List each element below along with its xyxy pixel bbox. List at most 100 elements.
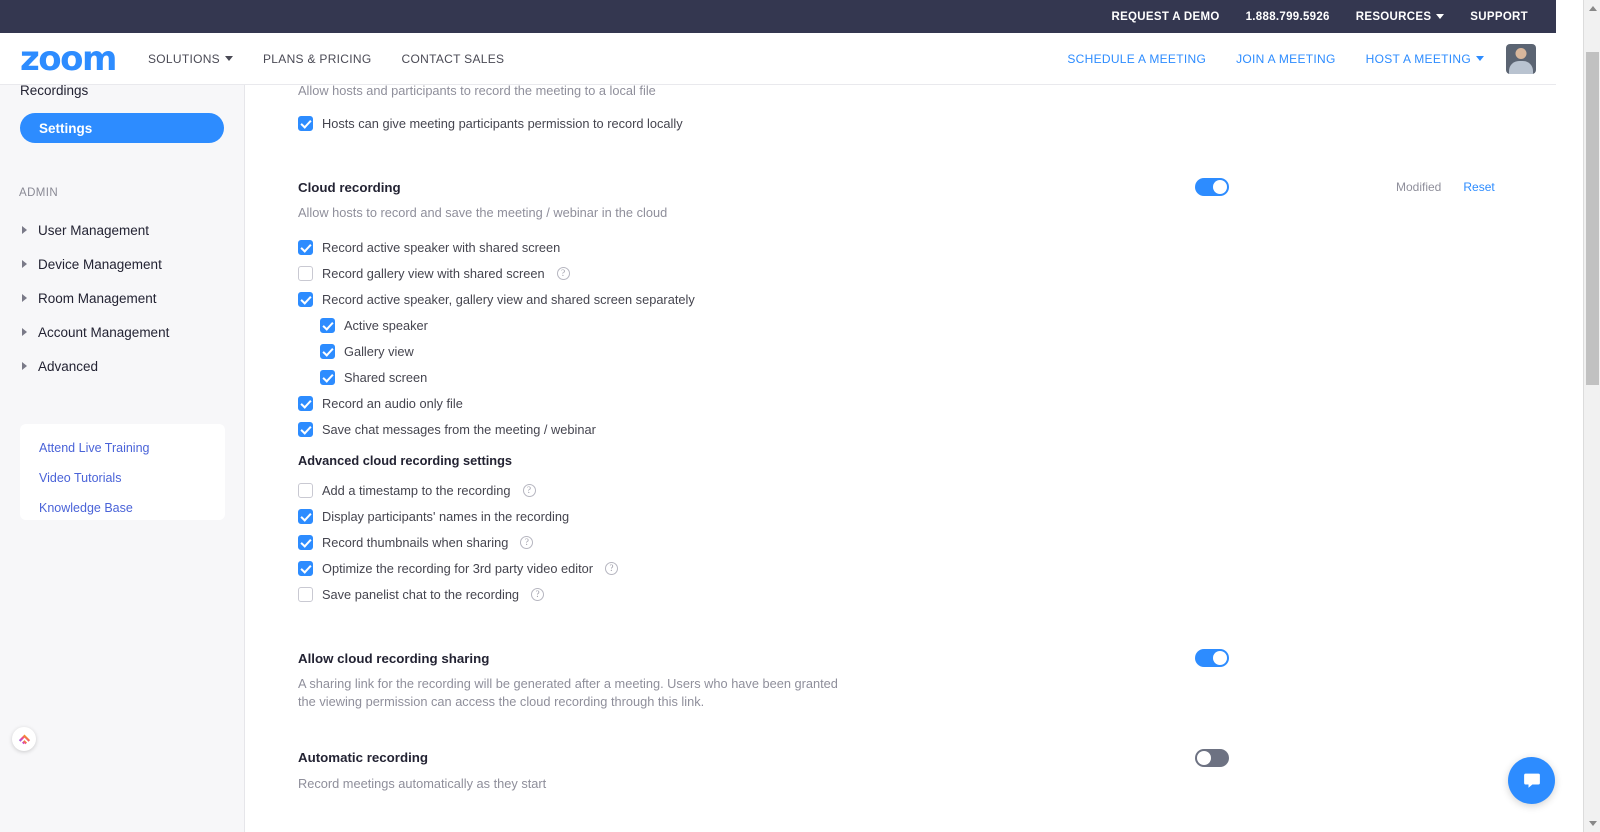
checkbox-row-record-thumbnails[interactable]: Record thumbnails when sharing ? [298, 535, 618, 550]
checkbox-label: Display participants' names in the recor… [322, 509, 570, 524]
toggle-knob [1213, 180, 1227, 194]
checkbox-optimize-recording-for-3rd-party-video-editor[interactable] [298, 561, 313, 576]
checkbox-save-chat-messages[interactable] [298, 422, 313, 437]
utility-link-resources[interactable]: RESOURCES [1356, 11, 1445, 23]
utility-link-support[interactable]: SUPPORT [1470, 11, 1528, 23]
checkbox-save-panelist-chat-to-the-recording[interactable] [298, 587, 313, 602]
checkbox-row-display-participants-names[interactable]: Display participants' names in the recor… [298, 509, 618, 524]
host-a-meeting-link[interactable]: HOST A MEETING [1366, 52, 1484, 66]
help-icon[interactable]: ? [531, 588, 545, 601]
settings-content: Allow hosts and participants to record t… [245, 85, 1556, 832]
help-icon[interactable]: ? [556, 267, 570, 280]
checkbox-label: Hosts can give meeting participants perm… [322, 116, 683, 131]
checkbox-row-save-chat-messages[interactable]: Save chat messages from the meeting / we… [298, 422, 695, 437]
checkbox-record-an-audio-only-file[interactable] [298, 396, 313, 411]
help-link-attend-live-training[interactable]: Attend Live Training [39, 441, 225, 455]
automatic-recording-title: Automatic recording [298, 750, 429, 765]
primary-nav: SOLUTIONS PLANS & PRICING CONTACT SALES [148, 52, 534, 66]
chat-support-button[interactable] [1508, 757, 1555, 804]
action-label: JOIN A MEETING [1236, 51, 1336, 66]
checkbox-label: Record active speaker with shared screen [322, 240, 561, 255]
utility-link-label: 1.888.799.5926 [1245, 10, 1330, 23]
checkbox-row-save-panelist-chat[interactable]: Save panelist chat to the recording ? [298, 587, 618, 602]
checkbox-row-gallery-view[interactable]: Gallery view [298, 344, 695, 359]
checkbox-row-shared-screen[interactable]: Shared screen [298, 370, 695, 385]
advanced-cloud-recording-title: Advanced cloud recording settings [298, 453, 513, 468]
chevron-right-icon [22, 260, 27, 268]
help-icon[interactable]: ? [522, 484, 536, 497]
checkbox-active-speaker[interactable] [320, 318, 335, 333]
avatar-body [1509, 60, 1533, 74]
checkbox-record-thumbnails-when-sharing[interactable] [298, 535, 313, 550]
nav-item-label: SOLUTIONS [147, 51, 220, 66]
checkbox-label: Active speaker [344, 318, 428, 333]
chat-bubble-icon [1523, 773, 1540, 788]
sidebar-item-recordings[interactable]: Recordings [0, 85, 244, 101]
avatar-head [1515, 47, 1527, 59]
triangle-up-icon [1588, 6, 1597, 11]
checkbox-row-record-gallery-shared[interactable]: Record gallery view with shared screen ? [298, 266, 695, 281]
help-link-knowledge-base[interactable]: Knowledge Base [39, 501, 225, 515]
help-link-video-tutorials[interactable]: Video Tutorials [39, 471, 225, 485]
checkbox-gallery-view[interactable] [320, 344, 335, 359]
utility-link-label: SUPPORT [1470, 10, 1528, 23]
checkbox-label: Save panelist chat to the recording [322, 587, 520, 602]
utility-link-phone-number[interactable]: 1.888.799.5926 [1246, 11, 1330, 23]
sidebar-item-device-management[interactable]: Device Management [0, 247, 244, 281]
cloud-recording-toggle[interactable] [1195, 178, 1229, 196]
action-label: SCHEDULE A MEETING [1067, 51, 1207, 66]
checkbox-add-a-timestamp-to-the-recording[interactable] [298, 483, 313, 498]
chevron-right-icon [22, 328, 27, 336]
header-actions: SCHEDULE A MEETING JOIN A MEETING HOST A… [1037, 43, 1556, 74]
checkbox-row-local-permission[interactable]: Hosts can give meeting participants perm… [298, 116, 683, 131]
help-icon[interactable]: ? [520, 536, 534, 549]
checkbox-row-add-timestamp[interactable]: Add a timestamp to the recording ? [298, 483, 618, 498]
help-resources-card: Attend Live Training Video Tutorials Kno… [20, 424, 225, 520]
schedule-a-meeting-link[interactable]: SCHEDULE A MEETING [1067, 52, 1206, 66]
avatar[interactable] [1506, 43, 1536, 74]
sidebar-item-user-management[interactable]: User Management [0, 213, 244, 247]
sidebar-item-room-management[interactable]: Room Management [0, 281, 244, 315]
automatic-recording-toggle[interactable] [1195, 749, 1229, 767]
sidebar-admin-nav: User Management Device Management Room M… [0, 213, 244, 383]
sidebar-item-settings[interactable]: Settings [20, 113, 224, 143]
cloud-recording-reset-link[interactable]: Reset [1463, 180, 1494, 194]
gradient-chevron-icon [18, 734, 30, 744]
sidebar-item-account-management[interactable]: Account Management [0, 315, 244, 349]
scrollbar-thumb[interactable] [1586, 52, 1599, 385]
utility-link-request-a-demo[interactable]: REQUEST A DEMO [1111, 11, 1219, 23]
checkbox-display-participants-names[interactable] [298, 509, 313, 524]
utility-link-label: RESOURCES [1355, 10, 1432, 23]
checkbox-row-audio-only[interactable]: Record an audio only file [298, 396, 695, 411]
sidebar-item-advanced[interactable]: Advanced [0, 349, 244, 383]
help-icon[interactable]: ? [605, 562, 618, 575]
zoom-logo[interactable]: zoom [20, 42, 117, 76]
scroll-down-arrow-icon[interactable] [1584, 815, 1600, 832]
triangle-down-icon [1588, 821, 1597, 826]
cloud-recording-modified-badge: Modified [1396, 180, 1442, 194]
cloud-recording-sharing-toggle[interactable] [1195, 649, 1229, 667]
checkbox-row-optimize-for-3rd-party-editor[interactable]: Optimize the recording for 3rd party vid… [298, 561, 618, 576]
nav-item-contact-sales[interactable]: CONTACT SALES [402, 52, 505, 66]
cloud-recording-controls: Modified Reset [1195, 178, 1495, 196]
checkbox-label: Record thumbnails when sharing [322, 535, 509, 550]
utility-bar: REQUEST A DEMO 1.888.799.5926 RESOURCES … [0, 0, 1556, 33]
nav-item-label: PLANS & PRICING [262, 51, 372, 66]
checkbox-record-gallery-view-with-shared-screen[interactable] [298, 266, 313, 281]
checkbox-record-separately[interactable] [298, 292, 313, 307]
cloud-recording-sharing-title: Allow cloud recording sharing [298, 651, 490, 666]
checkbox-row-active-speaker[interactable]: Active speaker [298, 318, 695, 333]
nav-item-solutions[interactable]: SOLUTIONS [148, 52, 233, 66]
checkbox-record-active-speaker-with-shared-screen[interactable] [298, 240, 313, 255]
join-a-meeting-link[interactable]: JOIN A MEETING [1236, 52, 1336, 66]
nav-item-plans-and-pricing[interactable]: PLANS & PRICING [263, 52, 372, 66]
checkbox-row-record-separately[interactable]: Record active speaker, gallery view and … [298, 292, 695, 307]
checkbox-label: Optimize the recording for 3rd party vid… [322, 561, 593, 576]
scroll-up-arrow-icon[interactable] [1584, 0, 1600, 17]
checkbox-shared-screen[interactable] [320, 370, 335, 385]
checkbox-hosts-can-give-permission[interactable] [298, 116, 313, 131]
page-scrollbar[interactable] [1583, 0, 1600, 832]
toggle-knob [1213, 651, 1227, 665]
checkbox-row-record-active-speaker-shared[interactable]: Record active speaker with shared screen [298, 240, 695, 255]
brand-chevron-icon[interactable] [12, 727, 36, 751]
